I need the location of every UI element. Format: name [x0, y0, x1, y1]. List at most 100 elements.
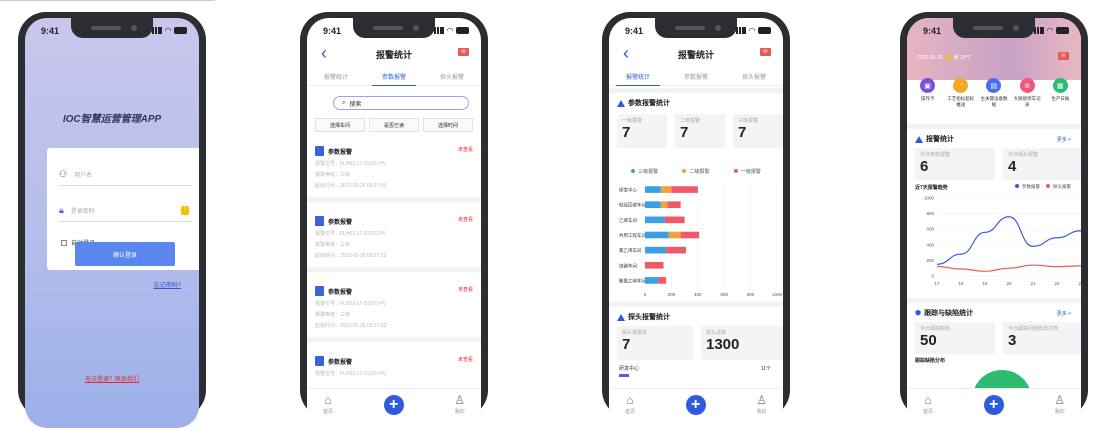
bar: [664, 216, 685, 224]
password-field[interactable]: 🔒︎ 登录密码!: [59, 200, 192, 222]
nav-mine[interactable]: ♙ 我的: [454, 393, 465, 428]
show-password-icon[interactable]: !: [181, 206, 189, 215]
bottom-nav: ⌂ 首页 + ♙ 我的: [609, 388, 783, 428]
x-tick-label: 17: [934, 281, 940, 286]
document-icon: [315, 286, 324, 296]
wifi-icon: ◠: [1046, 26, 1053, 35]
status-badge: 未查看: [457, 357, 473, 363]
device-icon: ▤: [986, 78, 1002, 93]
sun-icon: [945, 55, 951, 60]
home-icon: ⌂: [324, 393, 332, 407]
quick-interlock-record[interactable]: ⊘ 大联锁停车记录: [1012, 78, 1042, 108]
mail-icon[interactable]: ✉: [1058, 52, 1069, 60]
tab-probe-alarm[interactable]: 探头报警: [742, 66, 766, 85]
x-tick-label: 21: [1030, 281, 1036, 286]
legend-item: 参数报警: [1015, 184, 1040, 190]
notch: [953, 18, 1035, 38]
document-icon: [315, 146, 324, 156]
filter-time[interactable]: 选择时间: [423, 118, 473, 132]
nav-mine[interactable]: ♙ 我的: [756, 393, 767, 428]
alarm-card[interactable]: 参数报警 未查看 报警位号：FLH5Z-LT-31370-PV 报警等级：三级 …: [307, 140, 481, 202]
signal-icon: [1033, 27, 1044, 34]
signal-icon: [735, 27, 746, 34]
mail-icon[interactable]: ✉: [760, 48, 771, 56]
alarm-card[interactable]: 参数报警 未查看 报警位号：FLH5Z-LT-31370-PV 报警等级：三级 …: [307, 280, 481, 342]
login-button[interactable]: 确认登录: [75, 242, 175, 266]
bar: [645, 246, 667, 254]
y-tick-label: 氯乙烯车间: [619, 247, 642, 254]
tab-alarm-stats[interactable]: 报警统计: [324, 66, 348, 85]
mail-icon[interactable]: ✉: [458, 48, 469, 56]
legend-item: 一级报警: [733, 168, 761, 175]
contact-link[interactable]: 无法登录？联系我们: [25, 374, 199, 383]
x-tick-label: 22: [1054, 281, 1060, 286]
nav-mine[interactable]: ♙ 我的: [1054, 393, 1065, 428]
section-divider: [609, 302, 783, 307]
bottom-nav: ⌂ 首页 + ♙ 我的: [307, 388, 481, 428]
status-time: 9:41: [923, 26, 942, 36]
today-handle-box: 今日跟踪问题修改次数 3: [1003, 322, 1081, 354]
tab-alarm-stats[interactable]: 报警统计: [615, 66, 661, 86]
bar: [660, 201, 668, 209]
document-icon: [315, 356, 324, 366]
y-tick-label: 1000: [924, 196, 935, 201]
section-divider: [609, 88, 783, 93]
more-link[interactable]: 更多 >: [1057, 310, 1071, 317]
bar: [666, 246, 686, 254]
signal-icon: [151, 27, 162, 34]
search-input[interactable]: ⌕ 搜索: [333, 96, 469, 110]
tab-param-alarm[interactable]: 参数报警: [371, 66, 417, 86]
x-tick-label: 200: [668, 292, 676, 297]
more-link[interactable]: 更多 >: [1057, 136, 1071, 143]
today-track-box: 今日跟踪缺陷 50: [915, 322, 995, 354]
add-icon[interactable]: +: [983, 395, 1004, 415]
today-probe-box: 今日探头报警 4: [1003, 148, 1081, 180]
add-icon[interactable]: +: [685, 395, 706, 415]
notch: [71, 18, 153, 38]
shield-icon: ⬢: [915, 310, 922, 317]
forgot-password-link[interactable]: 忘记密码?: [154, 280, 181, 289]
quick-daily-report[interactable]: ▦ 生产日报: [1045, 78, 1075, 108]
y-tick-label: 400: [926, 242, 934, 247]
section-title: 参数报警统计: [617, 98, 670, 108]
bar: [645, 261, 664, 269]
x-tick-label: 20: [1006, 281, 1012, 286]
quick-device-data[interactable]: ▤ 主关键设备数据: [979, 78, 1009, 108]
bar: [645, 277, 659, 284]
section-title: 报警统计: [915, 134, 954, 144]
app-title: IOC智慧运营管理APP: [62, 114, 162, 125]
status-badge: 未查看: [457, 217, 473, 223]
user-icon: ⚇: [59, 169, 68, 179]
add-icon[interactable]: +: [383, 395, 404, 415]
x-tick-label: 800: [747, 292, 755, 297]
y-tick-label: 共用工程车间: [619, 232, 646, 239]
trend-legend: 参数报警 探头报警: [1015, 184, 1071, 190]
quick-operation-card[interactable]: ▣ 操作卡: [913, 78, 943, 108]
nav-home[interactable]: ⌂ 首页: [625, 393, 635, 428]
legend-item: 三级报警: [631, 168, 658, 175]
quick-process-index[interactable]: ◔ 工艺指标超标推送: [946, 78, 976, 108]
y-tick-label: 轻烃回收车间: [619, 202, 646, 209]
gauge-icon: ◔: [953, 78, 969, 93]
person-icon: ♙: [1054, 393, 1065, 407]
report-icon: ▦: [1052, 78, 1068, 93]
nav-home[interactable]: ⌂ 首页: [323, 393, 333, 428]
bar: [645, 201, 661, 209]
signal-icon: [433, 27, 444, 34]
x-tick-label: 400: [694, 292, 702, 297]
card-icon: ▣: [920, 78, 936, 93]
tab-probe-alarm[interactable]: 探头报警: [440, 66, 464, 85]
username-field[interactable]: ⚇ 用户名: [59, 164, 192, 186]
phone-login: 9:41 ◠ IOC智慧运营管理APP ⚇用户名 🔒︎登录密码! 自动登录 确认…: [18, 12, 206, 428]
person-icon: ♙: [454, 393, 465, 407]
filter-read[interactable]: 是否已读: [369, 118, 419, 132]
y-tick-label: 600: [926, 227, 934, 232]
tab-param-alarm[interactable]: 参数报警: [684, 66, 708, 85]
y-tick-label: 800: [926, 211, 934, 216]
filter-workshop[interactable]: 选择车间: [315, 118, 365, 132]
login-screen: 9:41 ◠ IOC智慧运营管理APP ⚇用户名 🔒︎登录密码! 自动登录 确认…: [25, 18, 199, 428]
nav-home[interactable]: ⌂ 首页: [923, 393, 933, 428]
x-tick-label: 18: [958, 281, 964, 286]
notch: [353, 18, 435, 38]
alarm-card[interactable]: 参数报警 未查看 报警位号：FLH5Z-LT-31370-PV 报警等级：三级 …: [307, 210, 481, 272]
